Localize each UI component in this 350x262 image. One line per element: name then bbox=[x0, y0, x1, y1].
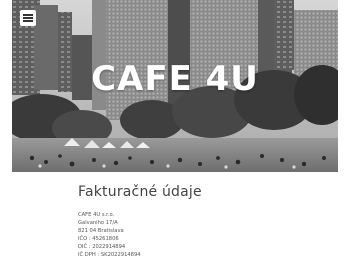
ico-number: IČO : 45261806 bbox=[78, 236, 119, 243]
street-address: Galvaniho 17/A bbox=[78, 220, 118, 227]
page-title: Fakturačné údaje bbox=[78, 184, 202, 200]
dic-number: DIČ : 2022914894 bbox=[78, 244, 126, 251]
menu-button[interactable] bbox=[20, 10, 36, 26]
vat-number: IČ DPH : SK2022914894 bbox=[78, 252, 141, 259]
hero-banner: CAFE 4U bbox=[12, 0, 338, 172]
company-name: CAFE 4U s.r.o. bbox=[78, 212, 115, 218]
page: CAFE 4U Fakturačné údaje CAFE 4U s.r.o. … bbox=[0, 0, 350, 262]
billing-details: CAFE 4U s.r.o. Galvaniho 17/A 821 04 Bra… bbox=[78, 211, 338, 260]
city-address: 821 04 Bratislava bbox=[78, 228, 124, 235]
brand-title: CAFE 4U bbox=[91, 59, 259, 99]
hamburger-menu-icon bbox=[23, 14, 33, 22]
billing-section: Fakturačné údaje CAFE 4U s.r.o. Galvanih… bbox=[78, 183, 338, 260]
